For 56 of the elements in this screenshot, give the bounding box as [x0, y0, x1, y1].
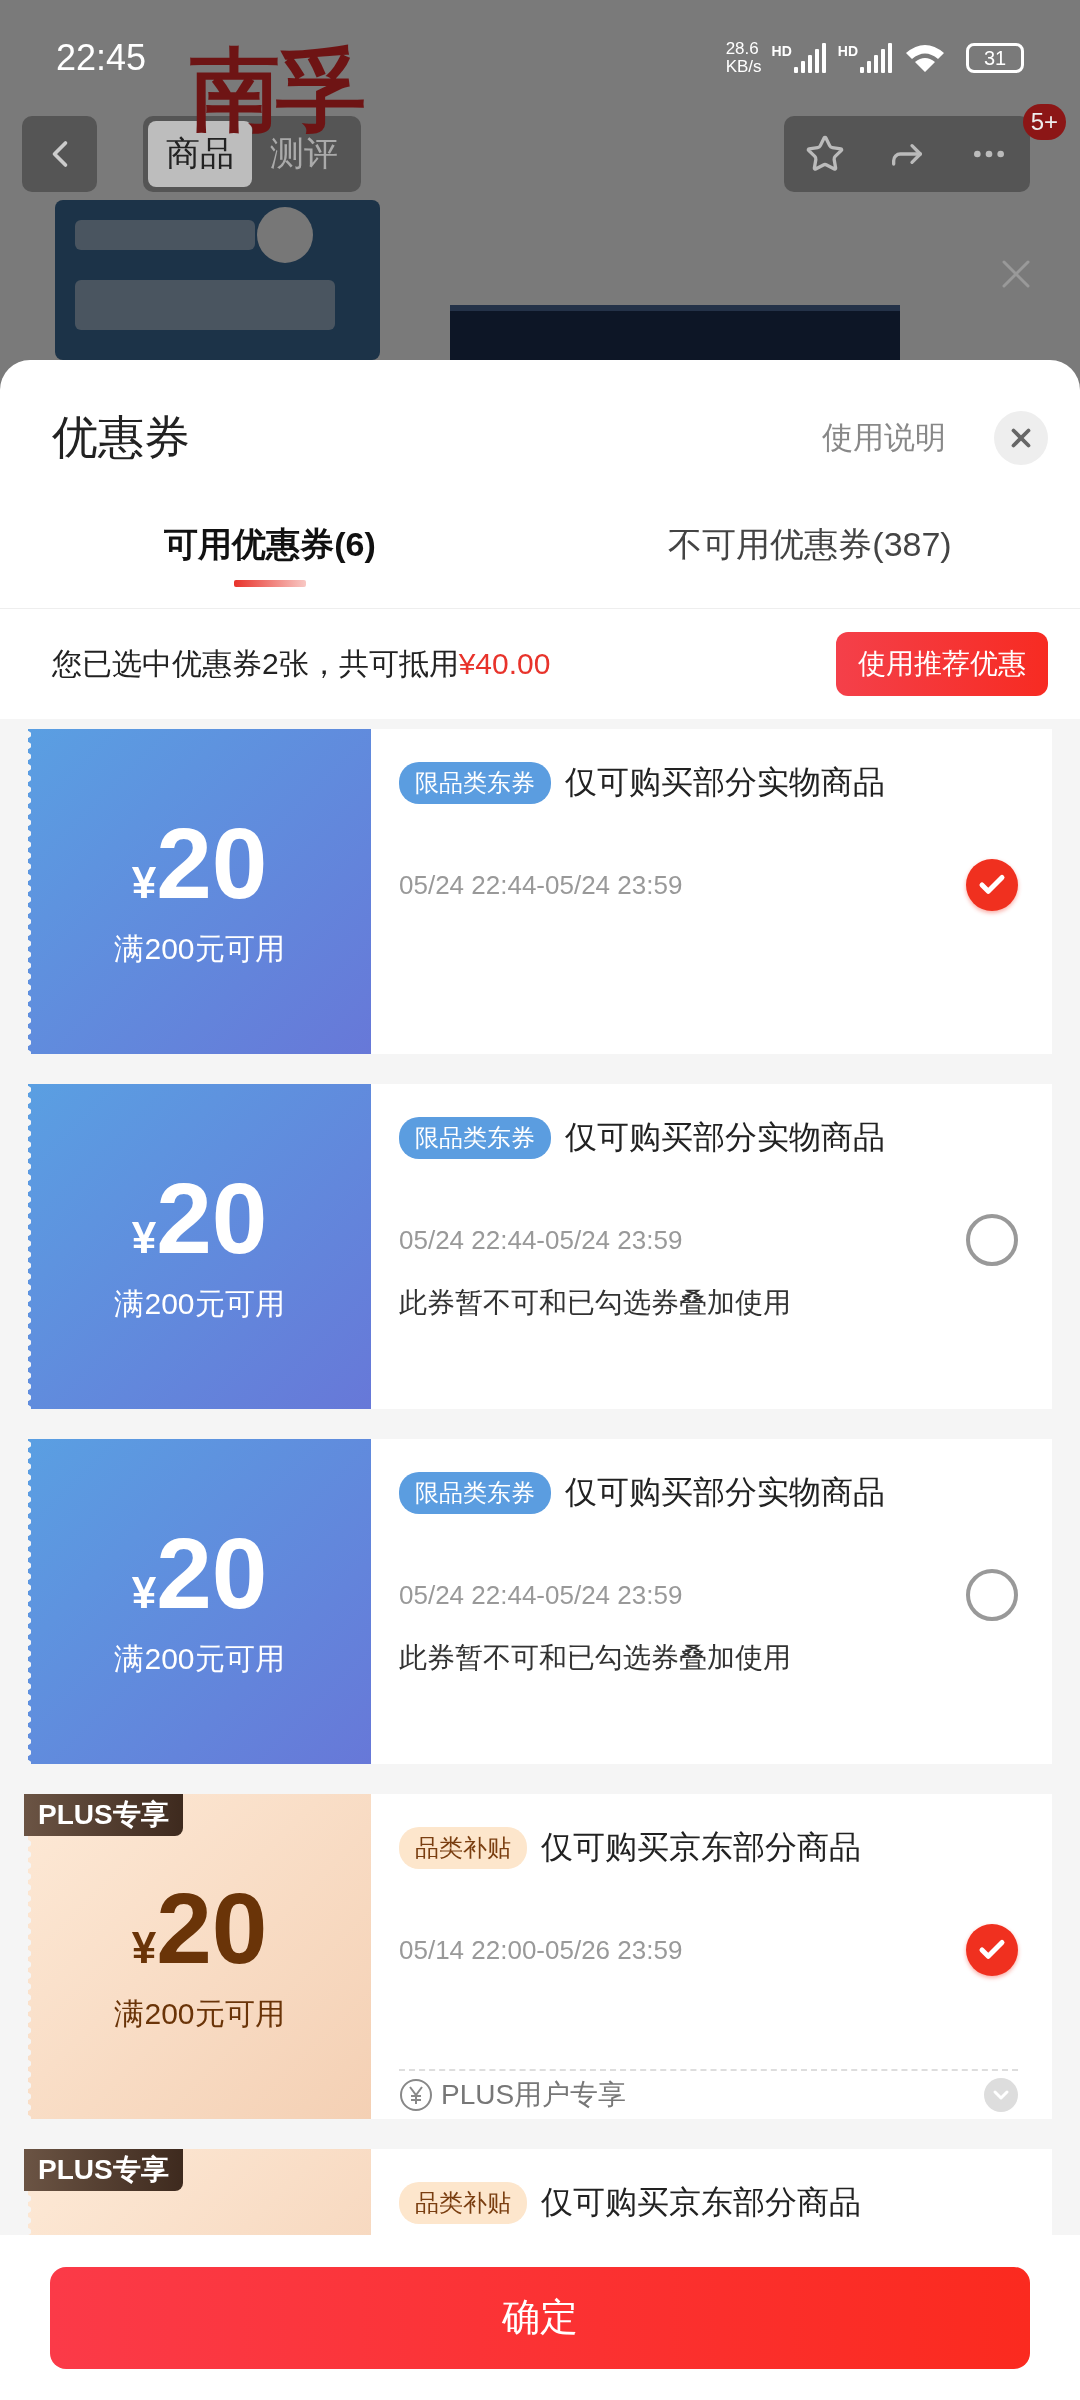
battery-indicator: 31	[966, 43, 1024, 73]
coupon-tab[interactable]: 不可用优惠券(387)	[540, 522, 1080, 608]
yen-icon	[399, 2078, 433, 2112]
message-badge: 5+	[1022, 104, 1066, 140]
wifi-icon	[904, 42, 946, 74]
coupon-title: 仅可购买京东部分商品	[541, 1828, 861, 1867]
coupon-card[interactable]: ¥20 满200元可用 限品类东券 仅可购买部分实物商品 05/24 22:44-05/24 23:59 此券暂不可和已勾选券叠加使用	[28, 1439, 1052, 1764]
coupon-footer-text: PLUS用户专享	[441, 2078, 628, 2112]
recommend-button[interactable]: 使用推荐优惠	[836, 632, 1048, 696]
coupon-tag: 限品类东券	[399, 1472, 551, 1514]
currency-sign: ¥	[131, 858, 157, 908]
coupon-title: 仅可购买部分实物商品	[565, 1118, 885, 1157]
coupon-amount: 20	[156, 1523, 268, 1623]
select-checkbox[interactable]	[966, 859, 1018, 911]
hd-label: HD	[837, 43, 858, 59]
coupon-note: 此券暂不可和已勾选券叠加使用	[399, 1286, 792, 1320]
coupon-title: 仅可购买京东部分商品	[541, 2183, 861, 2222]
select-checkbox[interactable]	[966, 1924, 1018, 1976]
coupon-condition: 满200元可用	[114, 1641, 285, 1677]
coupon-tab[interactable]: 可用优惠券(6)	[0, 522, 540, 608]
currency-sign: ¥	[131, 1213, 157, 1263]
sheet-title: 优惠券	[52, 410, 191, 465]
coupon-amount: 20	[156, 1878, 268, 1978]
currency-sign: ¥	[131, 1568, 157, 1618]
coupon-tag: 品类补贴	[399, 2182, 527, 2224]
coupon-note: 此券暂不可和已勾选券叠加使用	[399, 1641, 792, 1675]
currency-sign: ¥	[131, 1923, 157, 1973]
coupon-card[interactable]: ¥20 满200元可用 限品类东券 仅可购买部分实物商品 05/24 22:44-05/24 23:59 此券暂不可和已勾选券叠加使用	[28, 1084, 1052, 1409]
coupon-validity: 05/24 22:44-05/24 23:59	[399, 1579, 684, 1611]
status-time: 22:45	[56, 37, 148, 79]
selection-summary: 您已选中优惠券2张，共可抵用¥40.00	[52, 645, 552, 682]
coupon-validity: 05/14 22:00-05/26 23:59	[399, 1934, 684, 1966]
coupon-condition: 满200元可用	[114, 1996, 285, 2032]
usage-guide-link[interactable]: 使用说明	[822, 417, 946, 459]
coupon-title: 仅可购买部分实物商品	[565, 763, 885, 802]
coupon-tag: 品类补贴	[399, 1827, 527, 1869]
coupon-condition: 满200元可用	[114, 1286, 285, 1322]
signal-icon	[793, 43, 828, 73]
select-checkbox[interactable]	[966, 1214, 1018, 1266]
hd-label: HD	[771, 43, 792, 59]
coupon-amount: 20	[156, 813, 268, 913]
coupon-tag: 限品类东券	[399, 1117, 551, 1159]
signal-icon	[860, 43, 894, 73]
coupon-validity: 05/24 22:44-05/24 23:59	[399, 869, 684, 901]
coupon-amount: 20	[156, 1168, 268, 1268]
coupon-card[interactable]: ¥20 满200元可用 限品类东券 仅可购买部分实物商品 05/24 22:44-05/24 23:59	[28, 729, 1052, 1054]
plus-badge: PLUS专享	[24, 1794, 183, 1836]
coupon-title: 仅可购买部分实物商品	[565, 1473, 885, 1512]
coupon-condition: 满200元可用	[114, 931, 285, 967]
select-checkbox[interactable]	[966, 1569, 1018, 1621]
back-button[interactable]	[22, 116, 97, 192]
coupon-tag: 限品类东券	[399, 762, 551, 804]
plus-badge: PLUS专享	[24, 2149, 183, 2191]
confirm-button[interactable]: 确定	[50, 2266, 1030, 2369]
network-speed: 28.6 KB/s	[725, 40, 762, 76]
coupon-validity: 05/24 22:44-05/24 23:59	[399, 1224, 684, 1256]
